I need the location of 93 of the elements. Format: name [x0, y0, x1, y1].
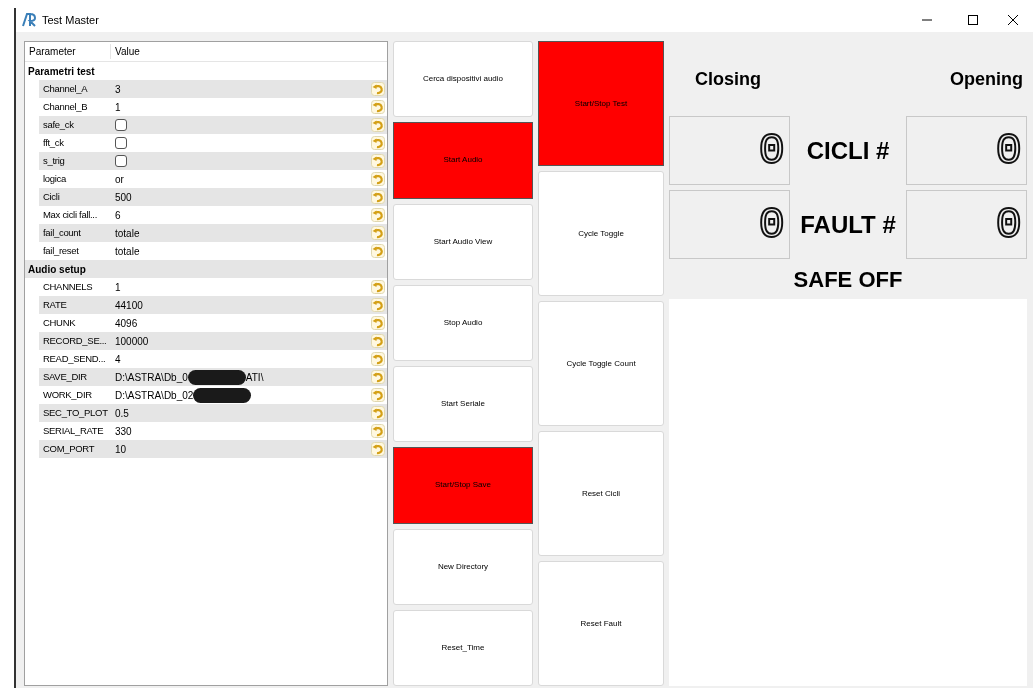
action-button[interactable]: Start Audio	[393, 122, 533, 199]
parameter-name: logica	[43, 171, 68, 186]
undo-icon[interactable]	[371, 244, 385, 258]
undo-icon[interactable]	[371, 334, 385, 348]
maximize-icon[interactable]	[968, 15, 978, 25]
parameter-name: Cicli	[43, 189, 61, 204]
parameter-name: fail_reset	[43, 243, 80, 258]
parameter-name: Channel_A	[43, 81, 89, 96]
window-title: Test Master	[42, 12, 99, 28]
lcd-digit: 0	[995, 128, 1022, 173]
value-text: totale	[115, 244, 140, 259]
undo-icon[interactable]	[371, 118, 385, 132]
undo-icon[interactable]	[371, 82, 385, 96]
undo-icon[interactable]	[371, 172, 385, 186]
close-icon[interactable]	[1008, 15, 1018, 25]
redaction-mark	[187, 369, 246, 385]
action-button[interactable]: New Directory	[393, 528, 533, 605]
undo-icon[interactable]	[371, 352, 385, 366]
parameter-name: SEC_TO_PLOT	[43, 405, 109, 420]
action-button[interactable]: Stop Audio	[393, 284, 533, 361]
action-button[interactable]: Cerca dispositivi audio	[393, 41, 533, 118]
parameter-name: RATE	[43, 297, 68, 312]
action-button[interactable]: Start Audio View	[393, 203, 533, 280]
parameter-name: READ_SEND...	[43, 351, 107, 366]
undo-icon[interactable]	[371, 226, 385, 240]
action-button[interactable]: Start Seriale	[393, 366, 533, 443]
value-text: 4096	[115, 316, 138, 331]
action-button[interactable]: Cycle Toggle	[538, 171, 664, 296]
undo-icon[interactable]	[371, 136, 385, 150]
undo-icon[interactable]	[371, 406, 385, 420]
undo-icon[interactable]	[371, 424, 385, 438]
parameter-name: SERIAL_RATE	[43, 423, 105, 438]
parameter-name: Max cicli fall...	[43, 207, 99, 222]
action-button[interactable]: Start/Stop Test	[538, 41, 664, 166]
group-header[interactable]: Parametri test	[25, 63, 95, 79]
undo-icon[interactable]	[371, 154, 385, 168]
value-text: 6	[115, 208, 121, 223]
value-text: or	[115, 172, 124, 187]
action-button[interactable]: Reset_Time	[393, 609, 533, 686]
parameter-name: WORK_DIR	[43, 387, 93, 402]
parameter-name: s_trig	[43, 153, 66, 168]
checkbox[interactable]	[115, 119, 127, 131]
app-logo-icon	[22, 13, 36, 27]
parameter-name: fail_count	[43, 225, 82, 240]
action-button[interactable]: Start/Stop Save	[393, 447, 533, 524]
value-text: 500	[115, 190, 132, 205]
column-header: Value	[114, 45, 140, 59]
lcd-digit: 0	[758, 202, 785, 247]
opening-label: Opening	[950, 68, 1023, 91]
value-text: 330	[115, 424, 132, 439]
action-button[interactable]: Cycle Toggle Count	[538, 301, 664, 426]
undo-icon[interactable]	[371, 280, 385, 294]
redaction-mark	[193, 387, 252, 403]
checkbox[interactable]	[115, 155, 127, 167]
value-text: 1	[115, 280, 121, 295]
undo-icon[interactable]	[371, 370, 385, 384]
lcd-digit: 0	[758, 128, 785, 173]
value-text: 0.5	[115, 406, 129, 421]
value-text: 10	[115, 442, 127, 457]
value-text: 100000	[115, 334, 149, 349]
value-text: D:\ASTRA\Db_0	[115, 370, 188, 385]
undo-icon[interactable]	[371, 208, 385, 222]
action-button[interactable]: Reset Fault	[538, 561, 664, 686]
counter-label: FAULT #	[799, 209, 897, 240]
value-text: 4	[115, 352, 121, 367]
value-text: 1	[115, 100, 121, 115]
counter-label: CICLI #	[805, 135, 891, 166]
parameter-name: CHANNELS	[43, 279, 94, 294]
safe-status: SAFE OFF	[793, 265, 903, 294]
closing-label: Closing	[695, 68, 761, 91]
column-header: Parameter	[25, 44, 111, 59]
undo-icon[interactable]	[371, 442, 385, 456]
parameter-name: CHUNK	[43, 315, 77, 330]
parameter-name: fft_ck	[43, 135, 65, 150]
checkbox[interactable]	[115, 137, 127, 149]
parameter-name: SAVE_DIR	[43, 369, 88, 384]
value-text: D:\ASTRA\Db_02	[115, 388, 194, 403]
parameter-name: Channel_B	[43, 99, 89, 114]
value-text: 44100	[115, 298, 143, 313]
value-text: 3	[115, 82, 121, 97]
action-button[interactable]: Reset Cicli	[538, 431, 664, 556]
undo-icon[interactable]	[371, 388, 385, 402]
undo-icon[interactable]	[371, 100, 385, 114]
group-header[interactable]: Audio setup	[25, 261, 86, 277]
undo-icon[interactable]	[371, 316, 385, 330]
value-text: totale	[115, 226, 140, 241]
parameter-name: RECORD_SE...	[43, 333, 108, 348]
parameter-name: safe_ck	[43, 117, 75, 132]
value-text: ATI\	[245, 370, 264, 385]
undo-icon[interactable]	[371, 190, 385, 204]
parameter-name: COM_PORT	[43, 441, 96, 456]
lcd-digit: 0	[995, 202, 1022, 247]
undo-icon[interactable]	[371, 298, 385, 312]
